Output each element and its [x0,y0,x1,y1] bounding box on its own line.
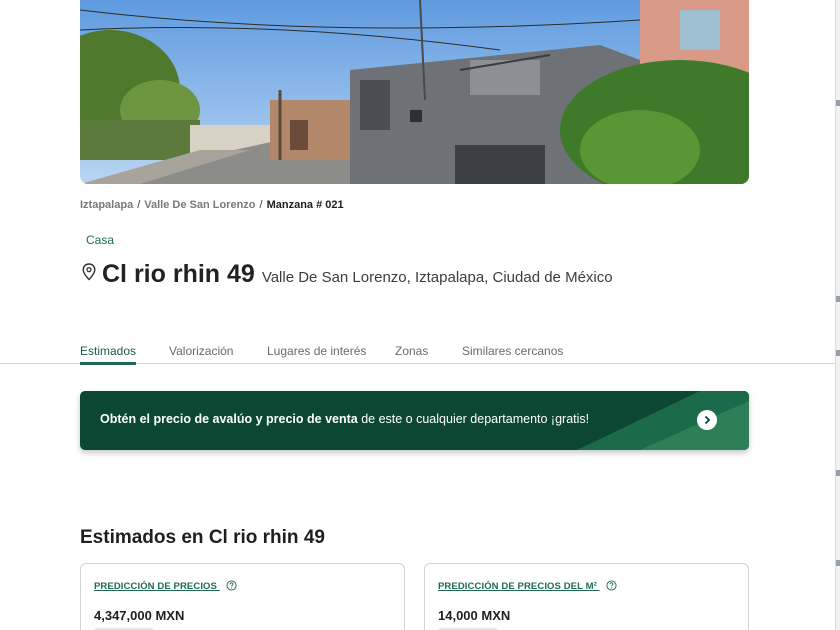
property-type-label: Casa [86,233,115,247]
price-prediction-card: PREDICCIÓN DE PRECIOS 4,347,000 MXN [80,563,405,630]
price-prediction-value: 4,347,000 MXN [94,608,185,623]
price-prediction-label-link[interactable]: PREDICCIÓN DE PRECIOS [94,580,237,592]
page-title: Cl rio rhin 49 [102,260,255,288]
banner-message-rest: de este o cualquier departamento ¡gratis… [357,412,590,426]
tab-valorizacion[interactable]: Valorización [169,337,233,364]
location-pin-icon [82,263,96,281]
tab-estimados[interactable]: Estimados [80,337,137,365]
scrollbar-mark [836,560,840,566]
help-circle-icon[interactable] [226,580,237,591]
price-prediction-label: PREDICCIÓN DE PRECIOS [94,581,217,592]
price-per-m2-card: PREDICCIÓN DE PRECIOS DEL M² 14,000 MXN [424,563,749,630]
breadcrumb: Iztapalapa / Valle De San Lorenzo / Manz… [80,199,344,211]
view-360-icon[interactable] [84,150,749,184]
section-tabs: Estimados Valorización Lugares de interé… [0,337,835,365]
price-per-m2-value: 14,000 MXN [438,608,511,623]
breadcrumb-link-valle-de-san-lorenzo[interactable]: Valle De San Lorenzo [144,199,255,211]
scrollbar-mark [836,350,840,356]
chevron-right-icon [704,415,711,425]
scrollbar-mark [836,296,840,302]
scrollbar-mark [836,100,840,106]
scrollbar-mark [836,470,840,476]
tab-zonas[interactable]: Zonas [395,337,428,364]
appraisal-promo-banner[interactable]: Obtén el precio de avalúo y precio de ve… [80,391,749,450]
breadcrumb-separator: / [137,199,141,211]
breadcrumb-link-iztapalapa[interactable]: Iztapalapa [80,199,133,211]
property-header: Cl rio rhin 49 Valle De San Lorenzo, Izt… [82,260,613,289]
help-circle-icon[interactable] [606,580,617,591]
banner-message: Obtén el precio de avalúo y precio de ve… [100,412,589,426]
street-photo[interactable] [80,0,749,184]
breadcrumb-separator: / [259,199,263,211]
tab-lugares-de-interes[interactable]: Lugares de interés [267,337,366,364]
tab-similares-cercanos[interactable]: Similares cercanos [462,337,563,364]
price-per-m2-label: PREDICCIÓN DE PRECIOS DEL M² [438,581,597,592]
page-scrollbar[interactable] [835,0,840,630]
estimates-section-title: Estimados en Cl rio rhin 49 [80,527,325,548]
banner-arrow-button[interactable] [697,410,717,430]
breadcrumb-current: Manzana # 021 [266,199,344,211]
banner-message-bold: Obtén el precio de avalúo y precio de ve… [100,412,358,426]
property-location: Valle De San Lorenzo, Iztapalapa, Ciudad… [261,269,613,286]
price-per-m2-label-link[interactable]: PREDICCIÓN DE PRECIOS DEL M² [438,580,617,592]
